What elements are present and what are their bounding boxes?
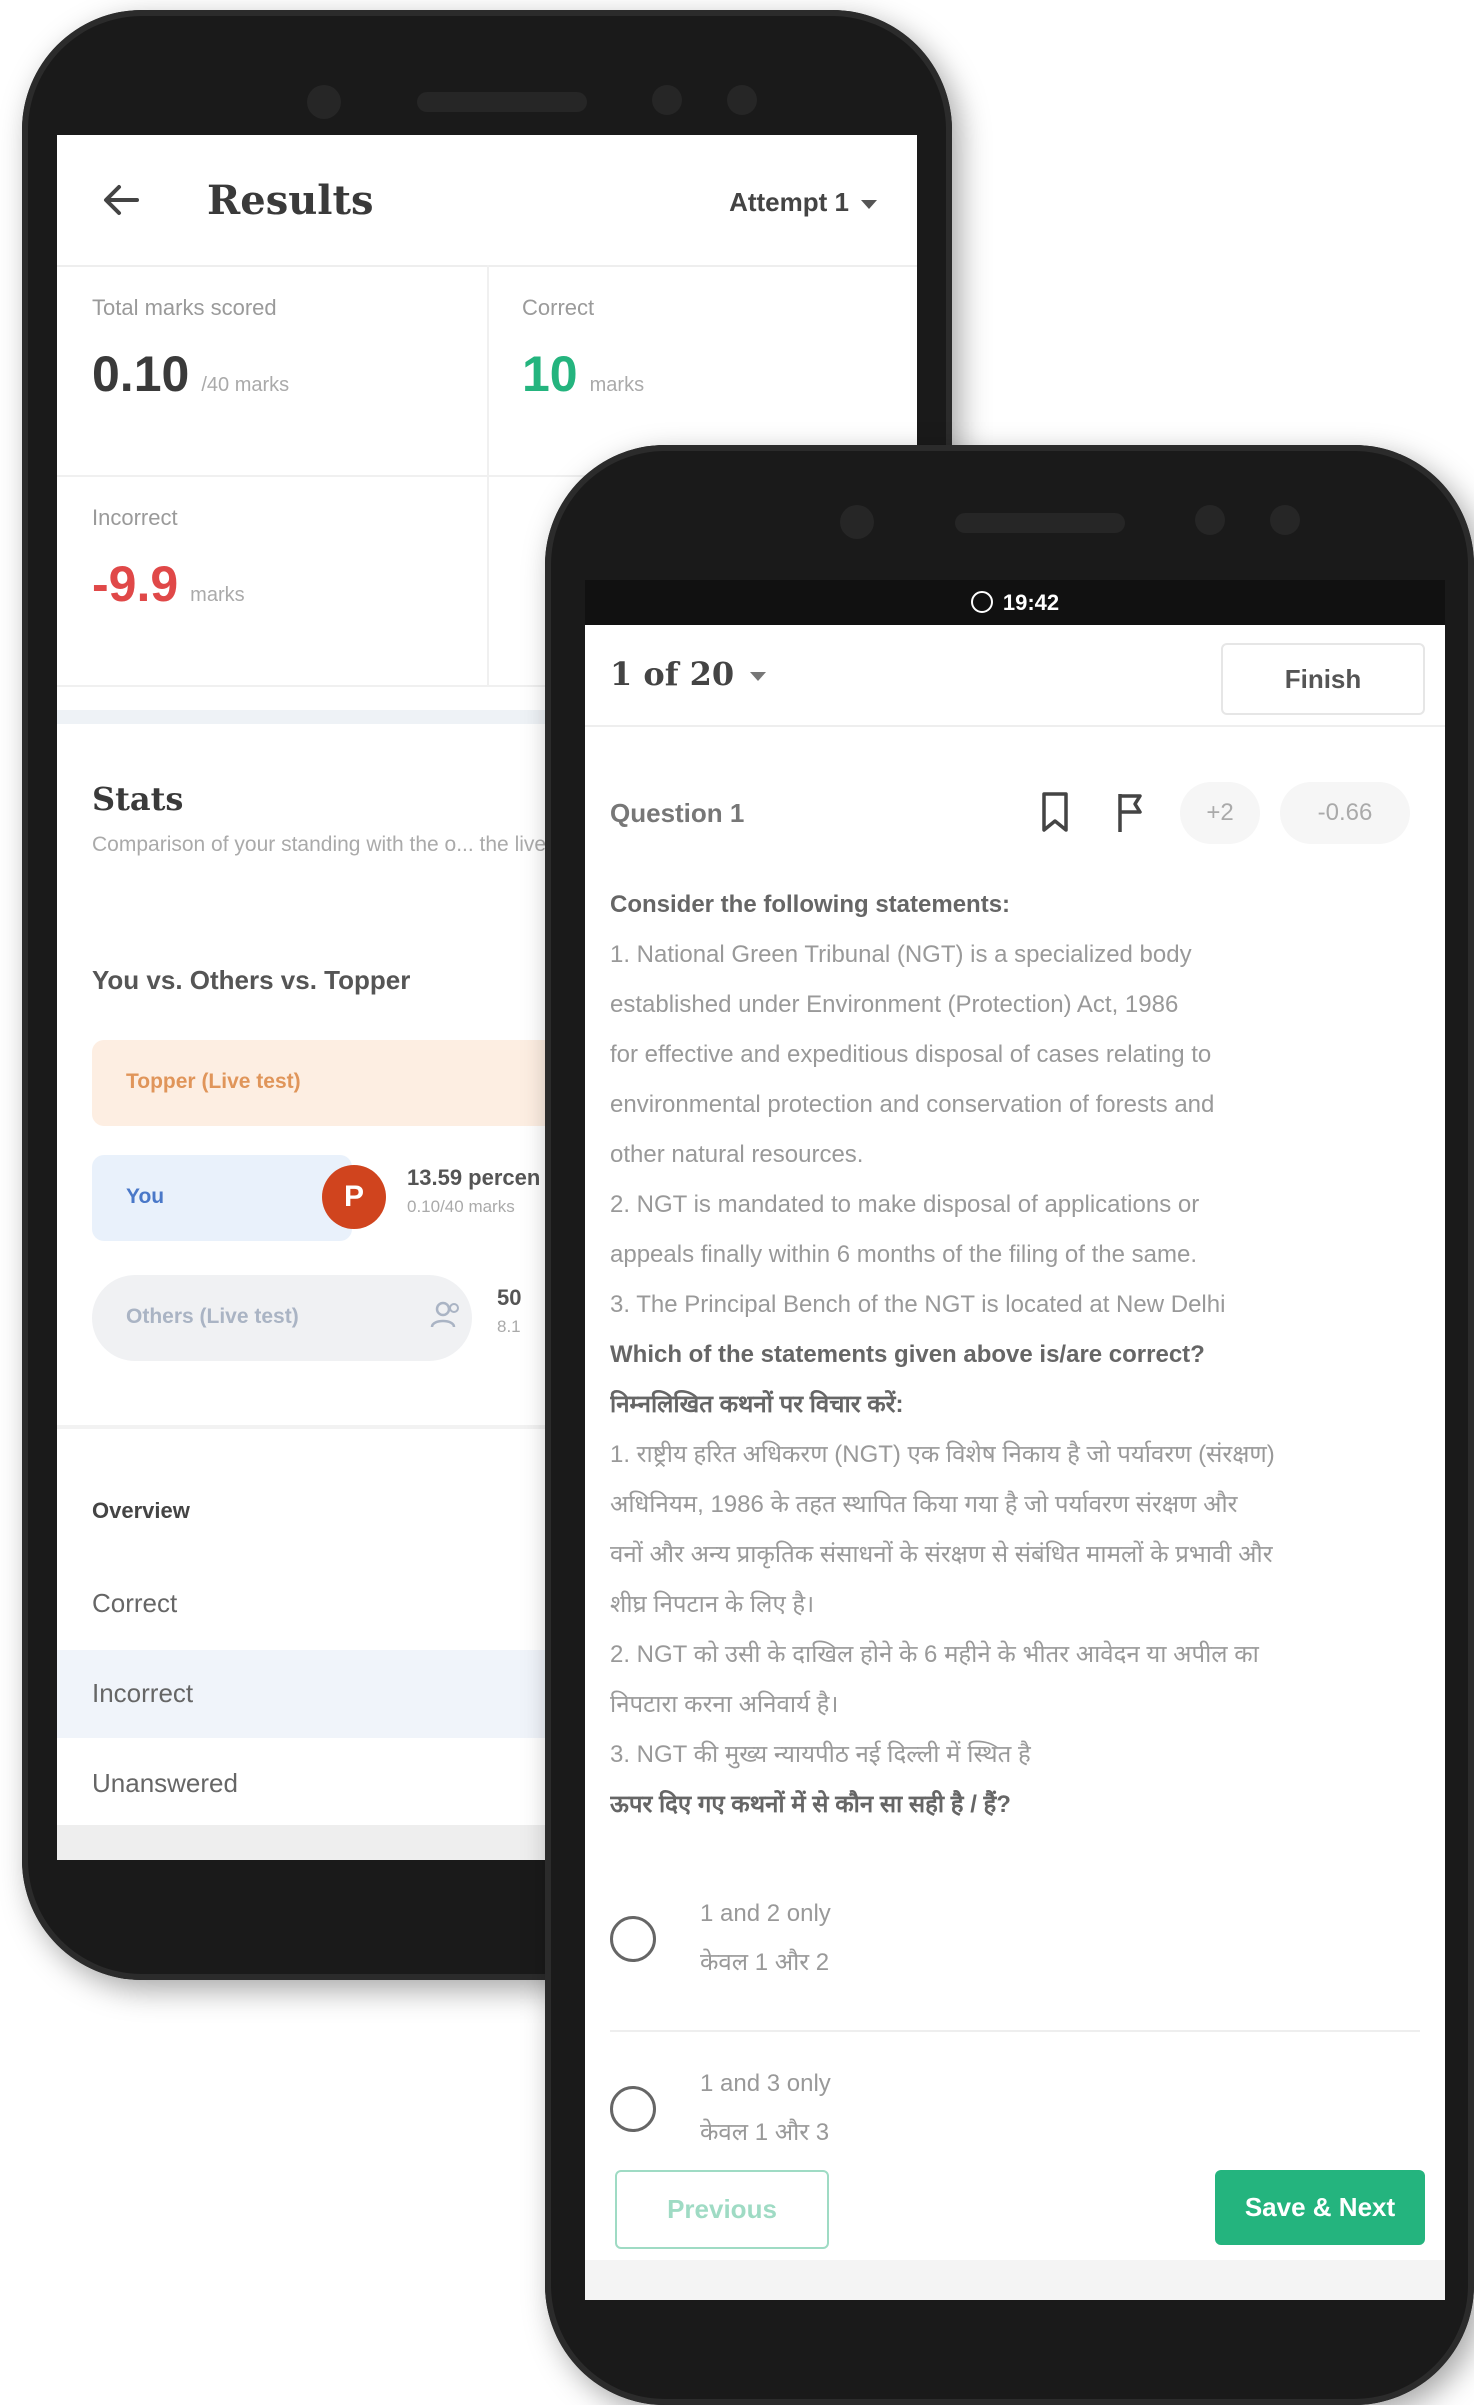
stat-unit: marks	[190, 584, 245, 606]
comparison-title: You vs. Others vs. Topper	[92, 965, 411, 995]
bookmark-icon[interactable]	[1035, 790, 1075, 834]
back-arrow-icon[interactable]	[97, 175, 147, 225]
option-divider	[610, 2030, 1420, 2032]
avatar: P	[322, 1165, 386, 1229]
radio-button[interactable]	[610, 2086, 656, 2132]
topper-label: Topper (Live test)	[126, 1070, 301, 1093]
question-line: ऊपर दिए गए कथनों में से कौन सा सही है / …	[610, 1791, 1011, 1818]
nav-incorrect-label: Incorrect	[92, 1678, 194, 1708]
timer-bar: 19:42	[585, 580, 1445, 625]
question-line: appeals finally within 6 months of the f…	[610, 1241, 1197, 1268]
stats-title: Stats	[92, 780, 184, 818]
attempt-label: Attempt 1	[729, 187, 849, 217]
radio-button[interactable]	[610, 1916, 656, 1962]
attempt-dropdown[interactable]: Attempt 1	[729, 187, 877, 218]
you-label: You	[126, 1185, 165, 1208]
option-text-en: 1 and 3 only	[700, 2070, 831, 2097]
stat-unit: /40 marks	[201, 374, 290, 396]
you-bar: You	[92, 1155, 352, 1241]
question-header: 1 of 20 Finish	[585, 625, 1445, 727]
option-text-hi: केवल 1 और 2	[700, 1949, 830, 1976]
option-text-hi: केवल 1 और 3	[700, 2119, 830, 2146]
front-camera	[307, 85, 341, 119]
option-1[interactable]: 1 and 2 only केवल 1 और 2	[610, 1880, 1420, 2030]
negative-marks-badge: -0.66	[1280, 782, 1410, 844]
question-line: अधिनियम, 1986 के तहत स्थापित किया गया है…	[610, 1491, 1238, 1518]
question-line: निम्नलिखित कथनों पर विचार करें:	[610, 1391, 904, 1418]
question-line: Which of the statements given above is/a…	[610, 1341, 1205, 1368]
stat-label: Incorrect	[92, 505, 178, 530]
others-marks: 8.1	[497, 1317, 521, 1336]
total-marks-card: Total marks scored 0.10/40 marks	[57, 265, 489, 477]
front-camera	[840, 505, 874, 539]
stat-number: 10	[522, 346, 578, 402]
stat-label: Total marks scored	[92, 295, 277, 320]
timer-text: 19:42	[1002, 590, 1060, 615]
question-line: 3. NGT की मुख्य न्यायपीठ नई दिल्ली में स…	[610, 1741, 1031, 1768]
question-line: Consider the following statements:	[610, 891, 1011, 918]
question-line: 2. NGT is mandated to make disposal of a…	[610, 1191, 1200, 1218]
you-marks: 0.10/40 marks	[407, 1197, 515, 1216]
question-phone: 19:42 1 of 20 Finish Question 1 +2 -0.66…	[545, 445, 1474, 2405]
question-line: 1. National Green Tribunal (NGT) is a sp…	[610, 941, 1192, 968]
results-header: Results Attempt 1	[57, 135, 917, 267]
finish-button[interactable]: Finish	[1221, 643, 1425, 715]
earpiece-speaker	[417, 92, 587, 112]
stat-value: 0.10/40 marks	[92, 345, 289, 403]
question-line: वनों और अन्य प्राकृतिक संसाधनों के संरक्…	[610, 1541, 1273, 1568]
question-counter-dropdown[interactable]: 1 of 20	[610, 655, 767, 693]
positive-marks-badge: +2	[1180, 782, 1260, 844]
sensor	[727, 85, 757, 115]
question-line: शीघ्र निपटान के लिए है।	[610, 1591, 815, 1618]
bottom-bar	[585, 2260, 1445, 2300]
question-line: 3. The Principal Bench of the NGT is loc…	[610, 1291, 1226, 1318]
stat-value: 10 marks	[522, 345, 644, 403]
incorrect-card: Incorrect -9.9 marks	[57, 475, 489, 687]
question-title: Question 1	[610, 798, 745, 828]
stat-value: -9.9 marks	[92, 555, 245, 613]
earpiece-speaker	[955, 513, 1125, 533]
question-line: निपटारा करना अनिवार्य है।	[610, 1691, 839, 1718]
sensor	[1195, 505, 1225, 535]
users-icon	[430, 1301, 459, 1328]
option-text-en: 1 and 2 only	[700, 1900, 831, 1927]
nav-unanswered-label: Unanswered	[92, 1768, 238, 1798]
others-label: Others (Live test)	[126, 1305, 299, 1328]
stat-unit: marks	[589, 374, 645, 396]
you-percentile: 13.59 percen	[407, 1165, 541, 1190]
stat-number: -9.9	[92, 556, 179, 612]
question-line: other natural resources.	[610, 1141, 864, 1168]
question-text: Consider the following statements: 1. Nat…	[610, 880, 1420, 1830]
others-percentile: 50	[497, 1285, 522, 1310]
question-screen: 19:42 1 of 20 Finish Question 1 +2 -0.66…	[585, 580, 1445, 2300]
save-next-button[interactable]: Save & Next	[1215, 2170, 1425, 2245]
sensor	[652, 85, 682, 115]
caret-down-icon	[750, 672, 767, 681]
caret-down-icon	[861, 199, 877, 209]
question-counter: 1 of 20	[610, 655, 735, 693]
question-line: 1. राष्ट्रीय हरित अधिकरण (NGT) एक विशेष …	[610, 1441, 1275, 1468]
nav-correct-label: Correct	[92, 1588, 178, 1618]
page-title: Results	[207, 177, 374, 224]
previous-button[interactable]: Previous	[615, 2170, 829, 2249]
others-bar: Others (Live test)	[92, 1275, 472, 1361]
overview-label: Overview	[92, 1498, 190, 1523]
stats-subtitle: Comparison of your standing with the o..…	[92, 833, 586, 856]
flag-icon[interactable]	[1110, 790, 1150, 834]
question-line: for effective and expeditious disposal o…	[610, 1041, 1212, 1068]
stat-number: 0.10	[92, 346, 190, 402]
stat-label: Correct	[522, 295, 595, 320]
question-line: established under Environment (Protectio…	[610, 991, 1179, 1018]
sensor	[1270, 505, 1300, 535]
clock-icon	[970, 591, 993, 613]
question-line: environmental protection and conservatio…	[610, 1091, 1215, 1118]
question-line: 2. NGT को उसी के दाखिल होने के 6 महीने क…	[610, 1641, 1259, 1668]
